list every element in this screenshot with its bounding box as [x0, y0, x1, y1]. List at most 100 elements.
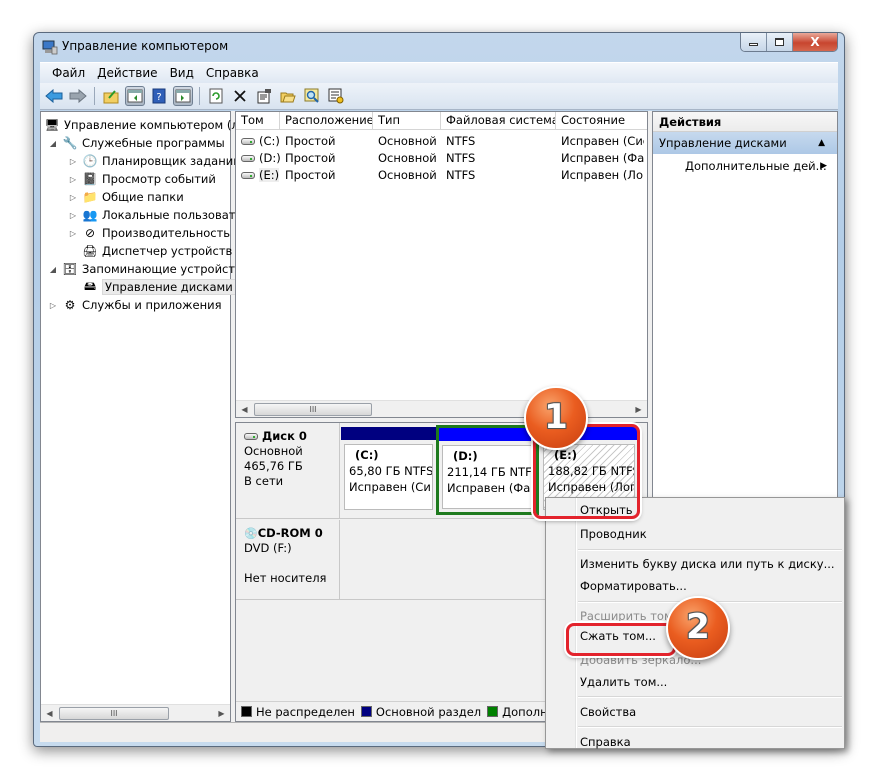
volume-list-header: Том Расположение Тип Файловая система Со…: [236, 112, 647, 130]
column-header-type[interactable]: Тип: [373, 112, 441, 130]
maximize-button[interactable]: [767, 33, 793, 51]
up-button[interactable]: [101, 86, 121, 106]
menu-bar: Файл Действие Вид Справка: [40, 62, 838, 83]
action-more-actions[interactable]: Дополнительные дей... ▶: [653, 154, 837, 178]
refresh-icon: [209, 88, 223, 104]
tree-item-label: Службы и приложения: [82, 298, 222, 312]
scrollbar-thumb[interactable]: III: [254, 403, 372, 416]
tree-item-services-applications[interactable]: ▷ ⚙ Службы и приложения: [48, 296, 222, 314]
tree-item-device-manager[interactable]: 🖨 Диспетчер устройств: [82, 242, 232, 260]
tree-item-label: Локальные пользовате: [102, 208, 243, 222]
tree-item-system-tools[interactable]: ◢ 🔧 Служебные программы: [48, 134, 225, 152]
disk-info[interactable]: 💿CD-ROM 0 DVD (F:) Нет носителя: [236, 520, 340, 599]
partition-bar: [439, 428, 536, 441]
scroll-left-icon[interactable]: ◀: [236, 405, 253, 414]
scroll-right-icon[interactable]: ▶: [630, 405, 647, 414]
properties-button[interactable]: [254, 86, 274, 106]
collapse-arrow-icon[interactable]: ◢: [48, 139, 58, 148]
legend-swatch-unallocated: [241, 706, 252, 717]
volume-status: Исправен (Сис: [561, 133, 644, 148]
open-button[interactable]: [278, 86, 298, 106]
show-hide-action-pane-icon: [175, 89, 191, 103]
forward-button[interactable]: [68, 86, 88, 106]
tree-item-label: Общие папки: [102, 190, 184, 204]
scrollbar-thumb[interactable]: III: [59, 707, 169, 720]
tree-item-disk-management[interactable]: 🖴 Управление дисками: [82, 278, 236, 296]
storage-icon: 🗄: [62, 262, 78, 276]
drive-icon: [241, 171, 255, 179]
tree-item-storage[interactable]: ◢ 🗄 Запоминающие устройст: [48, 260, 235, 278]
scroll-right-icon[interactable]: ▶: [213, 709, 230, 718]
volume-row[interactable]: (E:) Простой Основной NTFS Исправен (Лог: [236, 166, 647, 183]
tree-item-label: Просмотр событий: [102, 172, 216, 186]
context-menu-item-format[interactable]: Форматировать...: [580, 576, 687, 596]
disk-type: Основной: [244, 444, 303, 458]
up-folder-icon: [103, 90, 119, 104]
show-hide-console-tree-button[interactable]: [125, 86, 145, 106]
column-header-volume[interactable]: Том: [236, 112, 280, 130]
partition-status: Исправен (Си: [349, 480, 431, 494]
tree-item-label: Планировщик заданий: [102, 154, 241, 168]
tree-item-performance[interactable]: ▷ ⊘ Производительность: [68, 224, 230, 242]
menu-action[interactable]: Действие: [91, 66, 163, 80]
title-bar[interactable]: Управление компьютером X: [34, 33, 844, 61]
volume-row[interactable]: (D:) Простой Основной NTFS Исправен (Фай: [236, 149, 647, 166]
context-menu-item-delete-volume[interactable]: Удалить том...: [580, 672, 667, 692]
event-viewer-icon: 📓: [82, 172, 98, 186]
highlight-shrink-volume: [566, 623, 676, 656]
legend-label: Не распределен: [256, 704, 355, 719]
refresh-button[interactable]: [206, 86, 226, 106]
expand-arrow-icon[interactable]: ▷: [48, 301, 58, 310]
partition-body: (D:) 211,14 ГБ NTFS Исправен (Фай: [442, 445, 533, 509]
tree-item-label: Служебные программы: [82, 136, 225, 150]
search-button[interactable]: [302, 86, 322, 106]
minimize-button[interactable]: [741, 33, 767, 51]
partition-d[interactable]: (D:) 211,14 ГБ NTFS Исправен (Фай: [436, 425, 539, 515]
tree-item-local-users[interactable]: ▷ 👥 Локальные пользовате: [68, 206, 243, 224]
tree-item-event-viewer[interactable]: ▷ 📓 Просмотр событий: [68, 170, 216, 188]
tree-item-label: Запоминающие устройст: [82, 262, 236, 276]
collapse-up-icon[interactable]: ▲: [818, 132, 825, 154]
settings-icon: [328, 88, 344, 104]
scroll-left-icon[interactable]: ◀: [41, 709, 58, 718]
delete-icon: [234, 90, 246, 102]
menu-file[interactable]: Файл: [46, 66, 91, 80]
volume-row[interactable]: (C:) Простой Основной NTFS Исправен (Сис: [236, 132, 647, 149]
disk-info[interactable]: Диск 0 Основной 465,76 ГБ В сети: [236, 423, 340, 518]
show-hide-action-pane-button[interactable]: [173, 86, 193, 106]
legend-swatch-extended: [487, 706, 499, 717]
tree-horizontal-scrollbar[interactable]: ◀ III ▶: [41, 704, 230, 721]
back-button[interactable]: [44, 86, 64, 106]
volume-name: (C:): [259, 133, 280, 148]
expand-arrow-icon[interactable]: ▷: [68, 157, 78, 166]
properties-icon: [257, 89, 271, 104]
context-menu-item-change-drive-letter[interactable]: Изменить букву диска или путь к диску...: [580, 554, 835, 574]
tree-item-label: Диспетчер устройств: [102, 244, 233, 258]
volume-layout: Простой: [285, 150, 336, 165]
close-button[interactable]: X: [793, 33, 837, 51]
help-button[interactable]: ?: [149, 86, 169, 106]
context-menu-item-explorer[interactable]: Проводник: [580, 524, 647, 544]
expand-arrow-icon[interactable]: ▷: [68, 229, 78, 238]
column-header-filesystem[interactable]: Файловая система: [441, 112, 556, 130]
expand-arrow-icon[interactable]: ▷: [68, 211, 78, 220]
column-header-layout[interactable]: Расположение: [280, 112, 373, 130]
delete-button[interactable]: [230, 86, 250, 106]
tree-item-shared-folders[interactable]: ▷ 📁 Общие папки: [68, 188, 184, 206]
settings-button[interactable]: [326, 86, 346, 106]
context-menu-item-properties[interactable]: Свойства: [580, 702, 636, 722]
volume-name: (D:): [259, 150, 280, 165]
tree-item-task-scheduler[interactable]: ▷ 🕒 Планировщик заданий: [68, 152, 241, 170]
tree-item-computer-management[interactable]: 🖥 Управление компьютером (л: [44, 116, 238, 134]
expand-arrow-icon[interactable]: ▷: [68, 175, 78, 184]
expand-arrow-icon[interactable]: ▷: [68, 193, 78, 202]
computer-icon: 🖥: [44, 118, 60, 132]
actions-section-disk-management[interactable]: Управление дисками ▲: [653, 132, 837, 154]
maximize-icon: [775, 38, 784, 46]
collapse-arrow-icon[interactable]: ◢: [48, 265, 58, 274]
column-header-status[interactable]: Состояние: [556, 112, 646, 130]
menu-help[interactable]: Справка: [200, 66, 265, 80]
partition-c[interactable]: (C:) 65,80 ГБ NTFS Исправен (Си: [341, 427, 436, 513]
context-menu-item-help[interactable]: Справка: [580, 732, 631, 752]
menu-view[interactable]: Вид: [164, 66, 200, 80]
